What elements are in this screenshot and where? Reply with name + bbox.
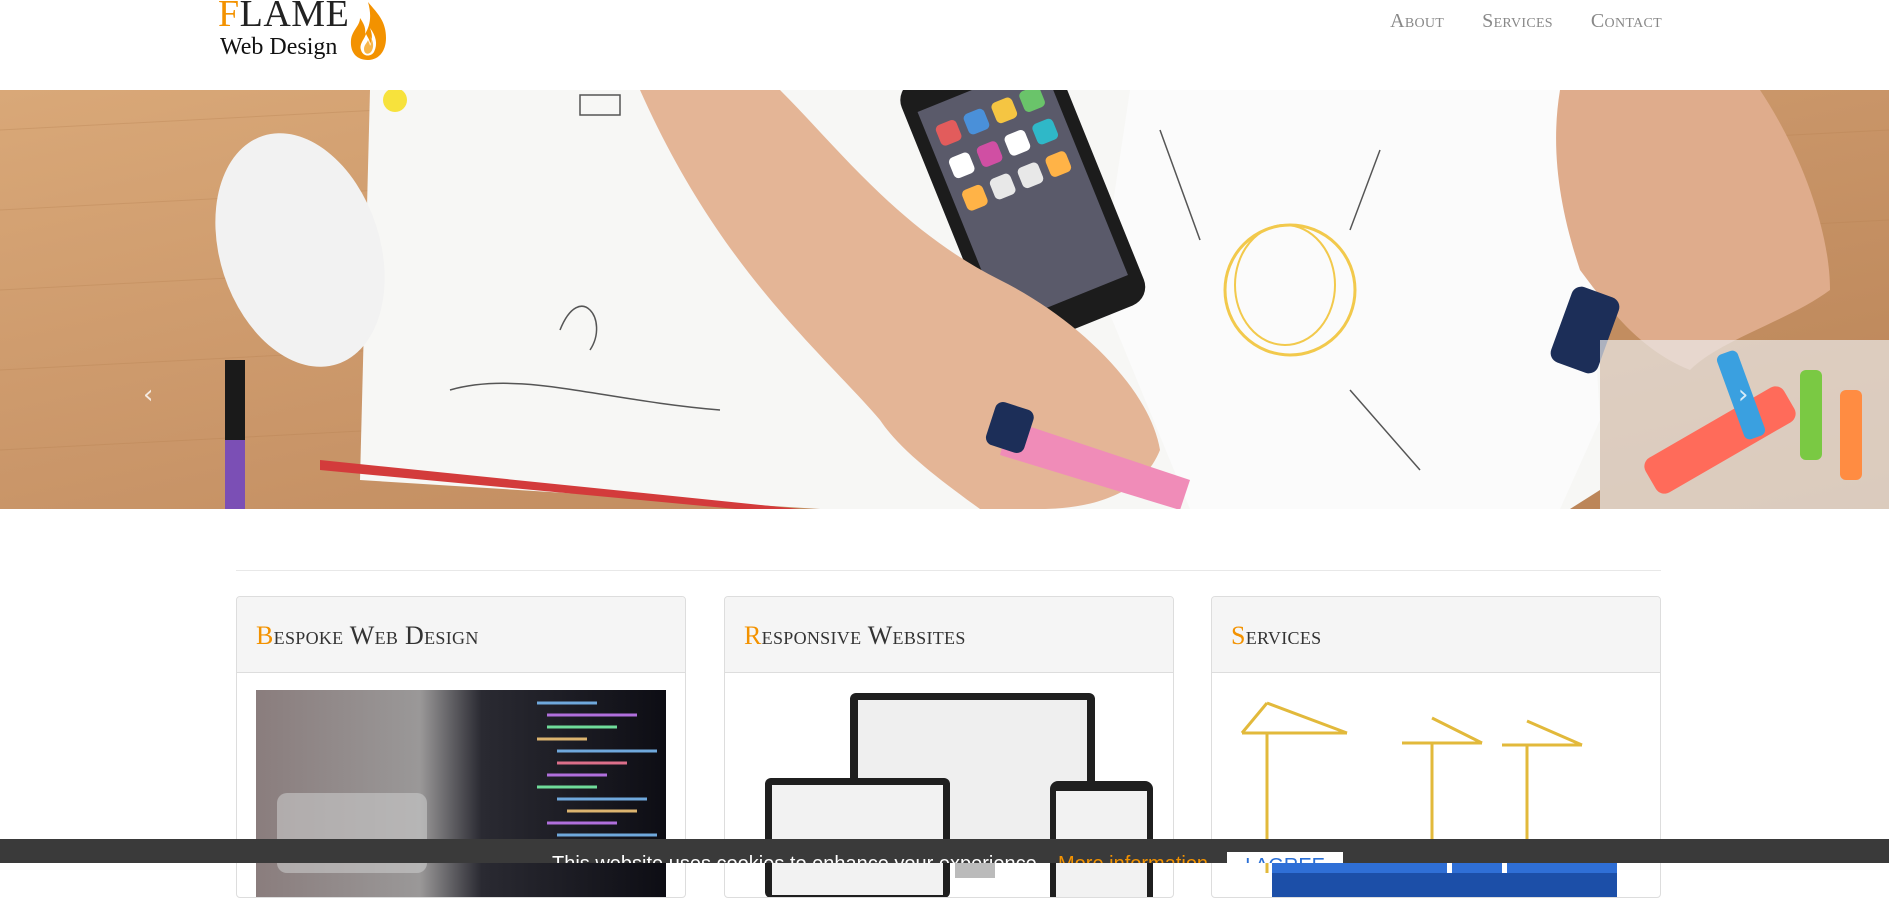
nav-services[interactable]: Services [1482, 10, 1553, 33]
nav-contact[interactable]: Contact [1591, 10, 1662, 33]
cookie-agree-button[interactable]: I AGREE [1227, 852, 1343, 863]
cookie-banner: This website uses cookies to enhance you… [0, 839, 1889, 863]
carousel-prev-button[interactable]: ‹ [143, 380, 153, 410]
cookie-more-info-link[interactable]: More information [1058, 853, 1208, 863]
card-title: Services [1231, 621, 1322, 650]
card-image-code [237, 673, 685, 897]
card-image-cranes [1212, 673, 1660, 897]
flame-logo[interactable]: FLAME Web Design [218, 0, 393, 64]
section-divider [236, 570, 1661, 571]
card-image-devices [725, 673, 1173, 897]
nav-about[interactable]: About [1390, 10, 1444, 33]
logo-wordmark: FLAME [218, 0, 350, 35]
hero-image [0, 90, 1889, 509]
hero-carousel: ‹ › [0, 90, 1889, 509]
cookie-message: This website uses cookies to enhance you… [552, 853, 1042, 863]
main-nav: About Services Contact [1390, 10, 1662, 33]
card-title: Responsive Websites [744, 621, 966, 650]
site-header: FLAME Web Design About Services Contact [0, 0, 1889, 90]
logo-tagline: Web Design [220, 34, 338, 60]
flame-icon [350, 2, 386, 60]
card-title: Bespoke Web Design [256, 621, 479, 650]
carousel-next-button[interactable]: › [1738, 380, 1748, 410]
